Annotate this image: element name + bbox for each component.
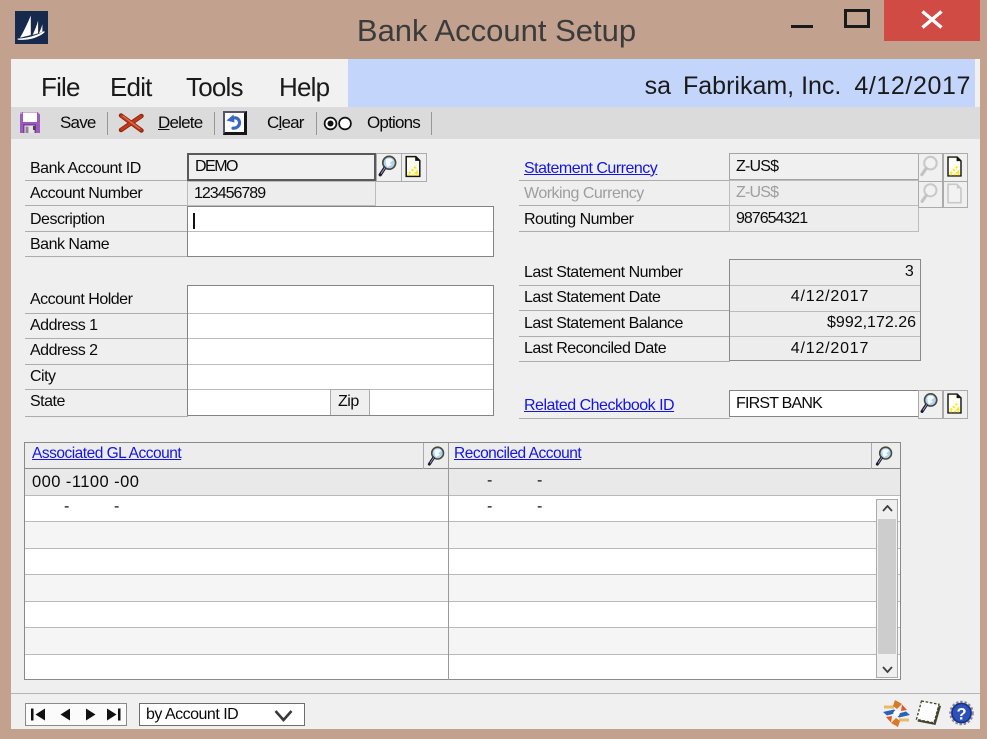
svg-text:?: ?	[956, 706, 966, 724]
